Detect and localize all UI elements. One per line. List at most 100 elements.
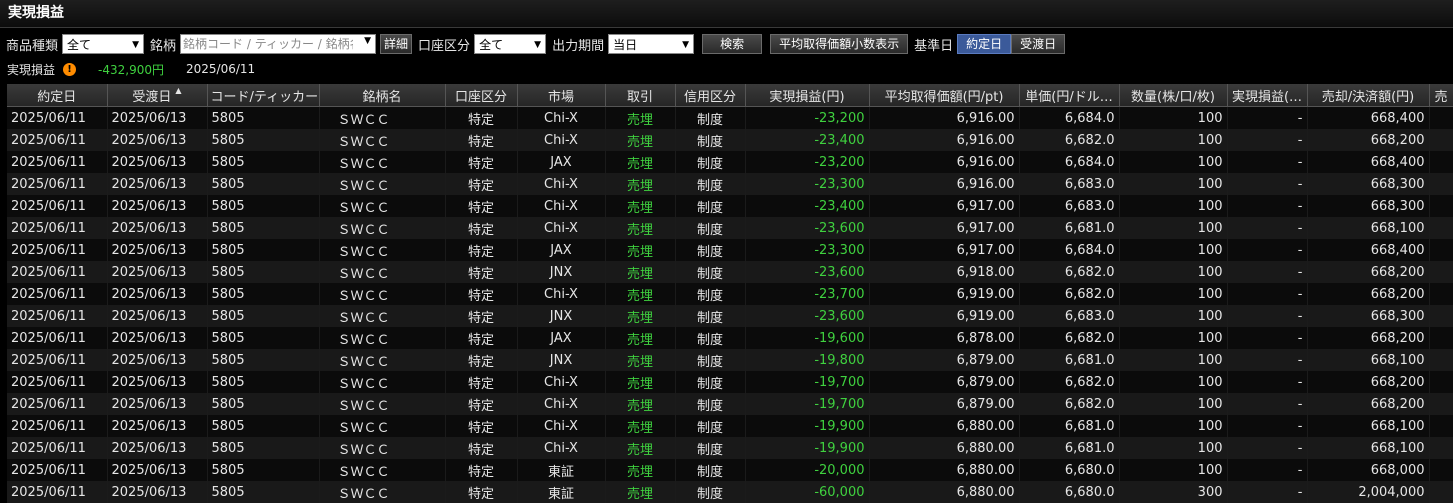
detail-button[interactable]: 詳細: [380, 34, 413, 54]
symbol-search-field[interactable]: [181, 35, 356, 53]
column-header[interactable]: 売却/決済額(円): [1307, 84, 1430, 107]
column-header-label: 約定日: [37, 89, 77, 105]
table-cell: 売埋: [605, 173, 676, 195]
table-cell: 668,300: [1307, 195, 1430, 217]
column-header[interactable]: 市場: [517, 84, 606, 107]
table-row[interactable]: 2025/06/11 2025/06/13 5805 ＳＷＣＣ 特定 東証 売埋 制度 -60,…: [7, 481, 1453, 503]
table-cell: ＳＷＣＣ: [319, 239, 446, 261]
product-type-select[interactable]: 全て ▼: [62, 34, 145, 54]
table-cell: 特定: [445, 173, 518, 195]
table-row[interactable]: 2025/06/11 2025/06/13 5805 ＳＷＣＣ 特定 Chi-X 売埋 制度 -…: [7, 415, 1453, 437]
table-cell: ＳＷＣＣ: [319, 393, 446, 415]
table-row[interactable]: 2025/06/11 2025/06/13 5805 ＳＷＣＣ 特定 Chi-X 売埋 制度 -…: [7, 195, 1453, 217]
table-cell: JNX: [517, 349, 606, 371]
table-cell: 東証: [517, 481, 606, 503]
table-cell: 6,916.00: [869, 129, 1020, 151]
table-cell: 6,682.0: [1019, 283, 1120, 305]
table-cell: -60,000: [745, 481, 870, 503]
column-header[interactable]: 受渡日 ▲: [107, 84, 208, 107]
column-header[interactable]: 約定日: [7, 84, 108, 107]
table-cell: 5805: [207, 327, 320, 349]
table-row[interactable]: 2025/06/11 2025/06/13 5805 ＳＷＣＣ 特定 JAX 売埋 制度 -23…: [7, 239, 1453, 261]
table-cell: -23,600: [745, 217, 870, 239]
column-header-label: コード/ティッカー: [210, 89, 319, 105]
table-cell: Chi-X: [517, 129, 606, 151]
table-cell: 2025/06/13: [107, 393, 208, 415]
table-cell: 668,100: [1307, 415, 1430, 437]
table-cell: 2025/06/13: [107, 327, 208, 349]
table-cell: 5805: [207, 437, 320, 459]
table-cell: -: [1227, 217, 1308, 239]
table-row[interactable]: 2025/06/11 2025/06/13 5805 ＳＷＣＣ 特定 JNX 売埋 制度 -23…: [7, 261, 1453, 283]
table-cell: 668,200: [1307, 283, 1430, 305]
table-row[interactable]: 2025/06/11 2025/06/13 5805 ＳＷＣＣ 特定 Chi-X 売埋 制度 -…: [7, 129, 1453, 151]
column-header[interactable]: 口座区分: [445, 84, 518, 107]
table-row[interactable]: 2025/06/11 2025/06/13 5805 ＳＷＣＣ 特定 JAX 売埋 制度 -23…: [7, 151, 1453, 173]
table-row[interactable]: 2025/06/11 2025/06/13 5805 ＳＷＣＣ 特定 Chi-X 売埋 制度 -…: [7, 106, 1453, 129]
table-cell: 6,684.0: [1019, 151, 1120, 173]
table-cell: -: [1227, 151, 1308, 173]
table-cell: -: [1227, 283, 1308, 305]
table-row[interactable]: 2025/06/11 2025/06/13 5805 ＳＷＣＣ 特定 東証 売埋 制度 -20,…: [7, 459, 1453, 481]
table-cell: 6,916.00: [869, 173, 1020, 195]
table-cell: 2025/06/11: [7, 481, 108, 503]
table-cell: 2025/06/11: [7, 217, 108, 239]
table-cell: 6,879.00: [869, 349, 1020, 371]
decimal-display-button[interactable]: 平均取得価額小数表示: [770, 34, 909, 54]
table-row[interactable]: 2025/06/11 2025/06/13 5805 ＳＷＣＣ 特定 JNX 売埋 制度 -19…: [7, 349, 1453, 371]
table-cell: 2025/06/11: [7, 305, 108, 327]
table-row[interactable]: 2025/06/11 2025/06/13 5805 ＳＷＣＣ 特定 Chi-X 売埋 制度 -…: [7, 217, 1453, 239]
table-cell: 制度: [675, 327, 746, 349]
column-header[interactable]: 信用区分: [675, 84, 746, 107]
column-header[interactable]: 実現損益(円): [745, 84, 870, 107]
table-cell: 100: [1119, 415, 1228, 437]
table-cell: 5805: [207, 151, 320, 173]
search-button[interactable]: 検索: [702, 34, 763, 54]
column-header-label: 単価(円/ドル…: [1025, 89, 1113, 105]
table-cell: Chi-X: [517, 283, 606, 305]
table-row[interactable]: 2025/06/11 2025/06/13 5805 ＳＷＣＣ 特定 Chi-X 売埋 制度 -…: [7, 393, 1453, 415]
column-header[interactable]: 実現損益(…: [1227, 84, 1308, 107]
table-cell: ＳＷＣＣ: [319, 106, 446, 129]
table-row[interactable]: 2025/06/11 2025/06/13 5805 ＳＷＣＣ 特定 Chi-X 売埋 制度 -…: [7, 283, 1453, 305]
table-row[interactable]: 2025/06/11 2025/06/13 5805 ＳＷＣＣ 特定 JNX 売埋 制度 -23…: [7, 305, 1453, 327]
column-header[interactable]: 平均取得価額(円/pt): [869, 84, 1020, 107]
basis-contract-date-button[interactable]: 約定日: [957, 34, 1012, 54]
table-cell: -: [1227, 393, 1308, 415]
table-cell: 100: [1119, 151, 1228, 173]
table-cell: 100: [1119, 129, 1228, 151]
column-header[interactable]: 単価(円/ドル…: [1019, 84, 1120, 107]
period-select[interactable]: 当日 ▼: [608, 34, 695, 54]
table-cell: -: [1227, 437, 1308, 459]
symbol-search-input[interactable]: ▼: [180, 34, 377, 54]
table-row[interactable]: 2025/06/11 2025/06/13 5805 ＳＷＣＣ 特定 Chi-X 売埋 制度 -…: [7, 173, 1453, 195]
column-header[interactable]: 売: [1429, 84, 1453, 107]
table-cell: 2025/06/13: [107, 173, 208, 195]
table-cell: 2025/06/13: [107, 283, 208, 305]
column-header[interactable]: 取引: [605, 84, 676, 107]
column-header[interactable]: 数量(株/口/枚): [1119, 84, 1228, 107]
table-cell: 制度: [675, 151, 746, 173]
table-cell: 特定: [445, 349, 518, 371]
table-cell: 100: [1119, 217, 1228, 239]
account-type-select[interactable]: 全て ▼: [474, 34, 547, 54]
warning-icon[interactable]: !: [63, 62, 77, 76]
table-cell: Chi-X: [517, 371, 606, 393]
table-row[interactable]: 2025/06/11 2025/06/13 5805 ＳＷＣＣ 特定 Chi-X 売埋 制度 -…: [7, 371, 1453, 393]
table-row[interactable]: 2025/06/11 2025/06/13 5805 ＳＷＣＣ 特定 Chi-X 売埋 制度 -…: [7, 437, 1453, 459]
table-cell: 2025/06/13: [107, 481, 208, 503]
basis-delivery-date-button[interactable]: 受渡日: [1011, 34, 1066, 54]
column-header[interactable]: 銘柄名: [319, 84, 446, 107]
table-cell: -23,200: [745, 106, 870, 129]
chevron-down-icon: ▼: [132, 40, 140, 50]
table-cell: 6,878.00: [869, 327, 1020, 349]
table-row[interactable]: 2025/06/11 2025/06/13 5805 ＳＷＣＣ 特定 JAX 売埋 制度 -19…: [7, 327, 1453, 349]
table-cell: [1429, 437, 1453, 459]
table-cell: [1429, 371, 1453, 393]
column-header[interactable]: コード/ティッカー: [207, 84, 320, 107]
table-cell: 5805: [207, 349, 320, 371]
chevron-down-icon[interactable]: ▼: [364, 36, 371, 46]
basis-date-label: 基準日: [914, 38, 954, 54]
table-cell: -23,400: [745, 195, 870, 217]
table-cell: [1429, 481, 1453, 503]
